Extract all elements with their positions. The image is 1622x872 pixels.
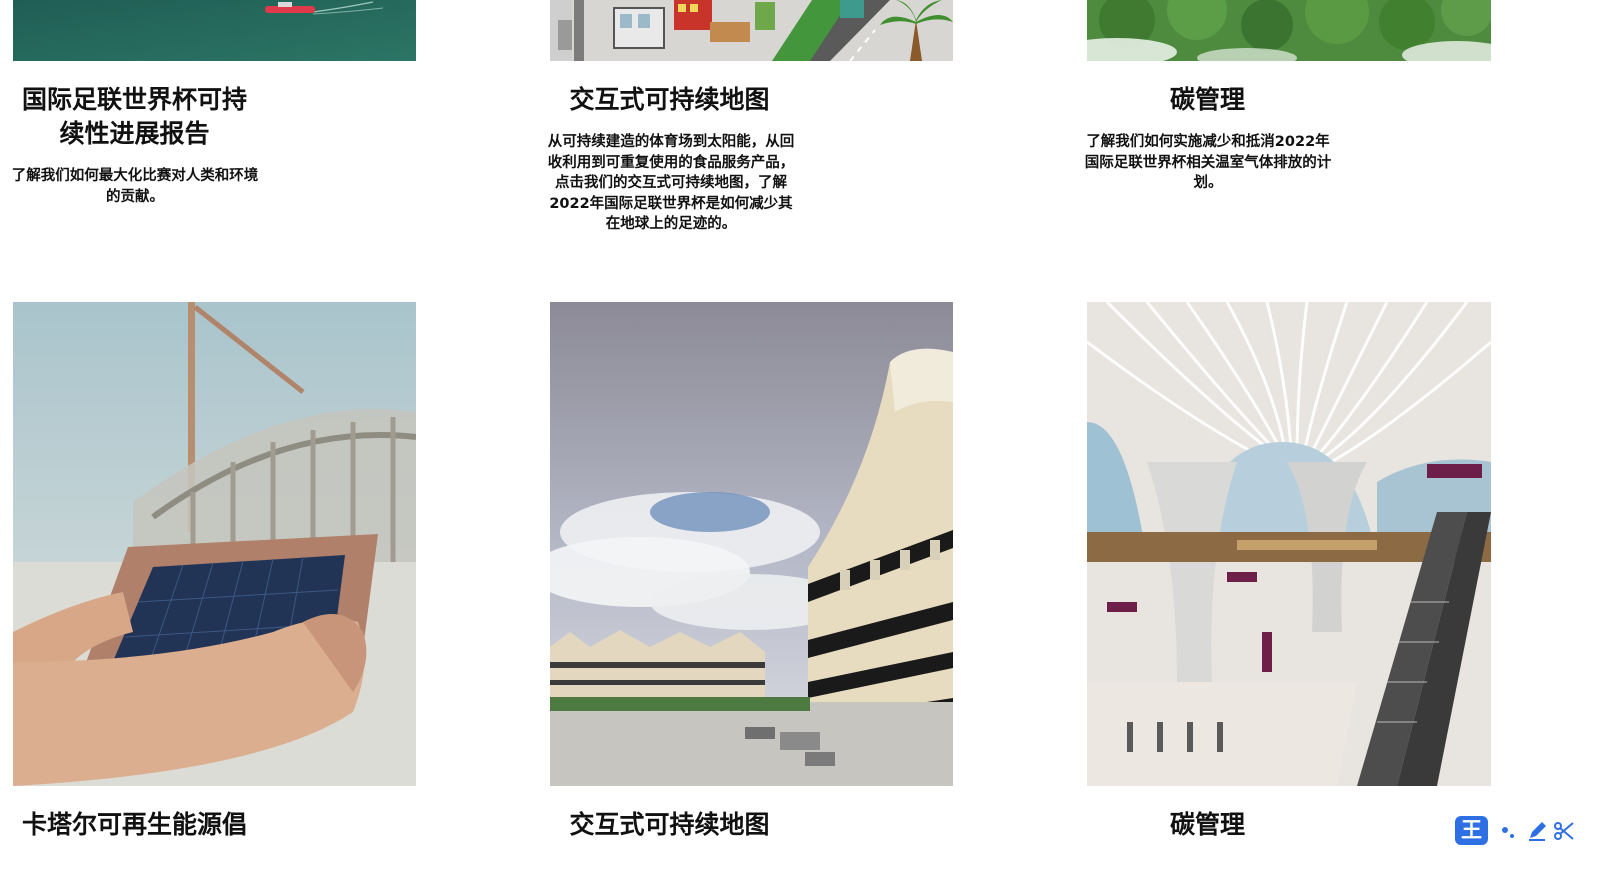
card-image-sustainability-report[interactable]: [13, 0, 416, 61]
stadium-photo: [550, 302, 953, 786]
forest-aerial-photo: [1087, 0, 1491, 61]
punctuation-icon[interactable]: [1497, 818, 1523, 844]
scissors-icon[interactable]: [1551, 818, 1577, 844]
card-title-interactive-map[interactable]: 交互式可持续地图: [547, 83, 792, 117]
card-image-stadium[interactable]: [550, 302, 953, 786]
metro-station-photo: [1087, 302, 1491, 786]
card-image-carbon-management[interactable]: [1087, 0, 1491, 61]
card-image-interactive-map[interactable]: [550, 0, 953, 61]
card-title-sustainability-report[interactable]: 国际足联世界杯可持续性进展报告: [13, 83, 256, 151]
card-title-interactive-map-2[interactable]: 交互式可持续地图: [547, 808, 792, 842]
ime-toggle-button[interactable]: 王: [1455, 816, 1488, 845]
card-desc-carbon-management: 了解我们如何实施减少和抵消2022年国际足联世界杯相关温室气体排放的计划。: [1084, 134, 1332, 191]
card-image-renewable-energy[interactable]: [13, 302, 416, 786]
city-illustration: [550, 0, 953, 61]
card-image-metro[interactable]: [1087, 302, 1491, 786]
card-title-carbon-management-2[interactable]: 碳管理: [1085, 808, 1330, 842]
pen-icon[interactable]: [1525, 818, 1551, 844]
solar-panel-photo: [13, 302, 416, 786]
card-desc-interactive-map: 从可持续建造的体育场到太阳能，从回收利用到可重复使用的食品服务产品，点击我们的交…: [547, 134, 795, 232]
card-desc-sustainability-report: 了解我们如何最大化比赛对人类和环境的贡献。: [11, 168, 259, 205]
card-title-carbon-management[interactable]: 碳管理: [1085, 83, 1330, 117]
ime-toolbar[interactable]: 王: [1453, 814, 1622, 848]
card-title-renewable-energy[interactable]: 卡塔尔可再生能源倡: [13, 808, 256, 842]
ocean-ship-photo: [13, 0, 416, 61]
